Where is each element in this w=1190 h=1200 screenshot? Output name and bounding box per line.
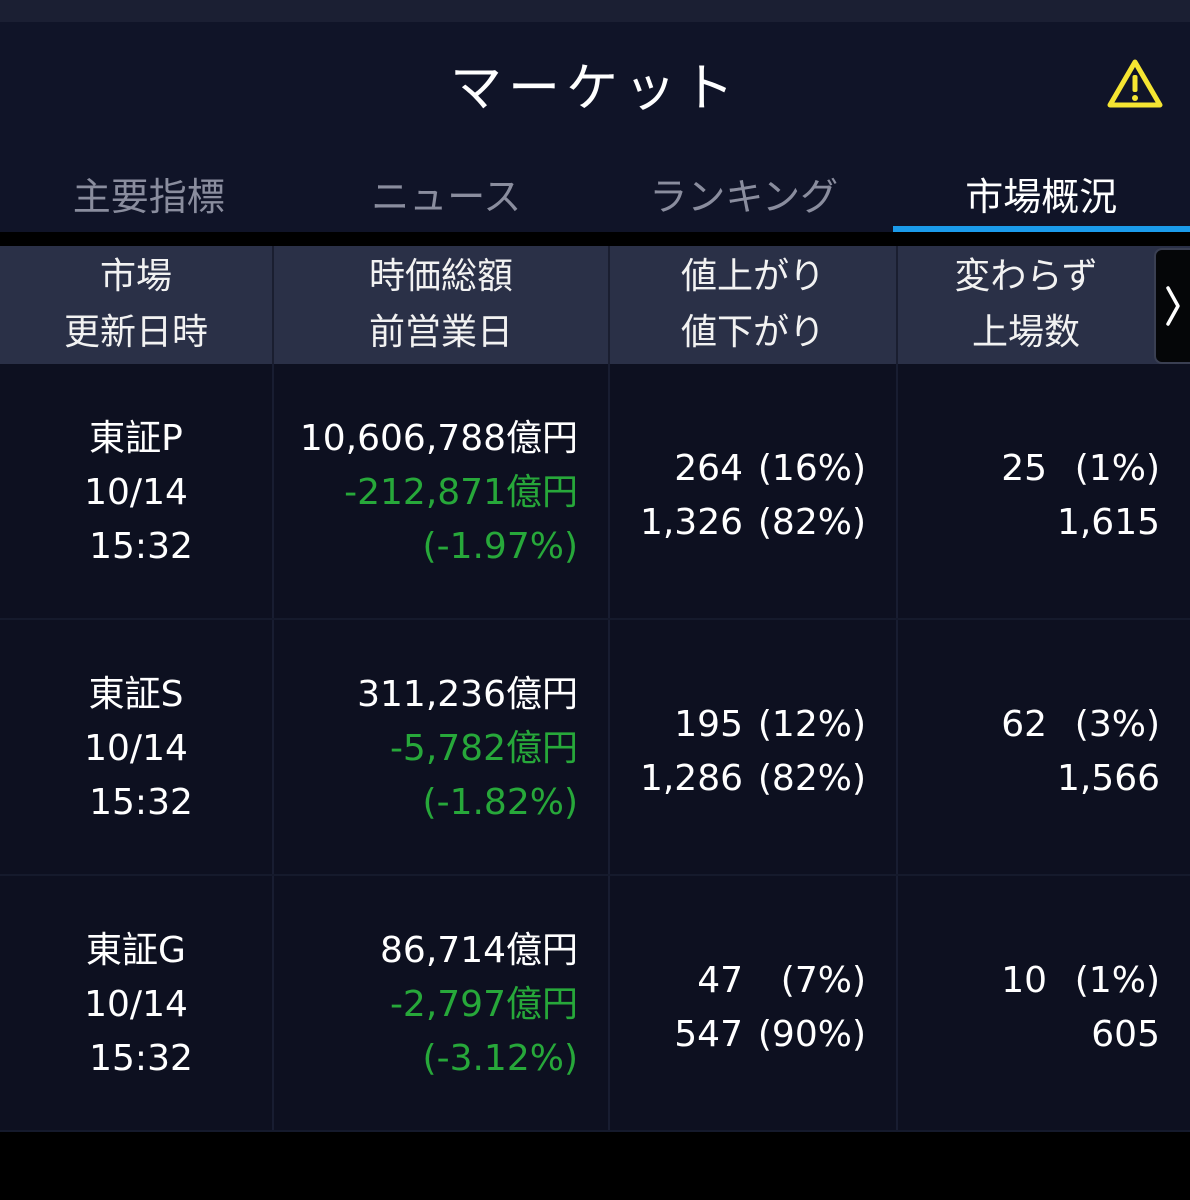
decline-pct: (82%): [757, 758, 866, 799]
page-title: マーケット: [449, 59, 740, 119]
update-time: 15:32: [89, 1038, 193, 1079]
market-name: 東証P: [89, 418, 183, 459]
market-cap-change: -5,782億円: [389, 728, 578, 769]
decline-pct: (82%): [757, 502, 866, 543]
unchanged-listed-cell: 25 (1%) 1,615: [898, 364, 1190, 618]
market-cap-change-pct: (-1.82%): [422, 782, 578, 823]
market-cap-cell: 311,236億円 -5,782億円 (-1.82%): [274, 620, 610, 874]
decline-pct: (90%): [757, 1014, 866, 1055]
listed-count: 605: [1091, 1014, 1160, 1055]
decline-count: 1,326: [639, 502, 743, 543]
market-name: 東証G: [86, 930, 186, 971]
unchanged-listed-cell: 62 (3%) 1,566: [898, 620, 1190, 874]
market-cap: 86,714億円: [380, 930, 578, 971]
tab-major-indices[interactable]: 主要指標: [0, 160, 298, 232]
advance-count: 264: [674, 448, 743, 489]
tab-market-overview[interactable]: 市場概況: [892, 160, 1190, 232]
table-row[interactable]: 東証P 10/14 15:32 10,606,788億円 -212,871億円 …: [0, 364, 1190, 620]
unchanged-listed-cell: 10 (1%) 605: [898, 876, 1190, 1130]
tab-ranking[interactable]: ランキング: [595, 160, 893, 232]
update-date: 10/14: [84, 728, 188, 769]
unchanged-pct: (1%): [1074, 448, 1160, 489]
tab-news[interactable]: ニュース: [298, 160, 596, 232]
market-cap: 311,236億円: [357, 674, 578, 715]
decline-count: 547: [674, 1014, 743, 1055]
advance-count: 47: [697, 960, 743, 1001]
unchanged-pct: (3%): [1074, 704, 1160, 745]
column-header-unchanged-listed: 変わらず 上場数: [954, 256, 1098, 353]
top-strip: [0, 0, 1190, 22]
market-cell: 東証P 10/14 15:32: [0, 364, 274, 618]
column-header-market-cap: 時価総額 前営業日: [274, 246, 610, 364]
table-row[interactable]: 東証G 10/14 15:32 86,714億円 -2,797億円 (-3.12…: [0, 876, 1190, 1132]
market-cap-change-pct: (-3.12%): [422, 1038, 578, 1079]
update-date: 10/14: [84, 472, 188, 513]
advance-pct: (7%): [780, 960, 866, 1001]
table-header: 市場 更新日時 時価総額 前営業日 値上がり 値下がり 変わらず 上場数: [0, 246, 1190, 364]
update-time: 15:32: [89, 782, 193, 823]
bottom-area: [0, 1134, 1190, 1200]
market-cap-cell: 86,714億円 -2,797億円 (-3.12%): [274, 876, 610, 1130]
unchanged-count: 62: [1001, 704, 1047, 745]
market-cap-change-pct: (-1.97%): [422, 526, 578, 567]
column-header-advance-decline: 値上がり 値下がり: [610, 246, 898, 364]
table-row[interactable]: 東証S 10/14 15:32 311,236億円 -5,782億円 (-1.8…: [0, 620, 1190, 876]
warning-triangle-icon[interactable]: [1106, 58, 1164, 110]
market-name: 東証S: [88, 674, 184, 715]
advance-decline-cell: 195 (12%) 1,286 (82%): [610, 620, 898, 874]
market-cap: 10,606,788億円: [299, 418, 578, 459]
unchanged-pct: (1%): [1074, 960, 1160, 1001]
update-date: 10/14: [84, 984, 188, 1025]
market-cell: 東証S 10/14 15:32: [0, 620, 274, 874]
chevron-right-icon: [1166, 286, 1180, 326]
decline-count: 1,286: [639, 758, 743, 799]
update-time: 15:32: [89, 526, 193, 567]
next-columns-button[interactable]: [1154, 248, 1190, 364]
advance-pct: (16%): [757, 448, 866, 489]
advance-decline-cell: 264 (16%) 1,326 (82%): [610, 364, 898, 618]
market-cap-cell: 10,606,788億円 -212,871億円 (-1.97%): [274, 364, 610, 618]
market-cap-change: -2,797億円: [389, 984, 578, 1025]
market-cap-change: -212,871億円: [344, 472, 578, 513]
listed-count: 1,615: [1056, 502, 1160, 543]
advance-pct: (12%): [757, 704, 866, 745]
market-table: 東証P 10/14 15:32 10,606,788億円 -212,871億円 …: [0, 364, 1190, 1132]
advance-count: 195: [674, 704, 743, 745]
unchanged-count: 25: [1001, 448, 1047, 489]
divider: [0, 232, 1190, 246]
column-header-market: 市場 更新日時: [0, 246, 274, 364]
unchanged-count: 10: [1001, 960, 1047, 1001]
listed-count: 1,566: [1056, 758, 1160, 799]
market-cell: 東証G 10/14 15:32: [0, 876, 274, 1130]
tab-bar: 主要指標 ニュース ランキング 市場概況: [0, 160, 1190, 232]
advance-decline-cell: 47 (7%) 547 (90%): [610, 876, 898, 1130]
